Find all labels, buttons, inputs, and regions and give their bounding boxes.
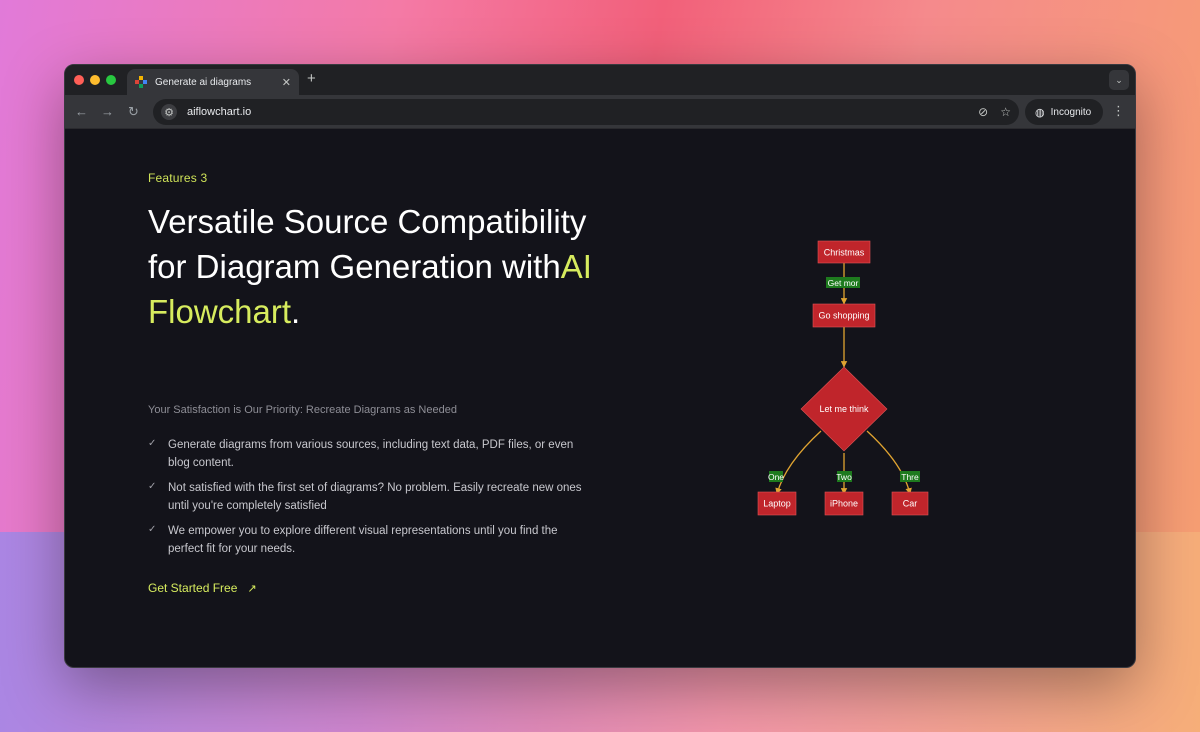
back-arrow-icon[interactable]: ← xyxy=(75,104,88,119)
forward-arrow-icon[interactable]: → xyxy=(101,104,114,119)
more-menu-icon[interactable]: ⋮ xyxy=(1112,103,1125,119)
new-tab-button[interactable]: + xyxy=(307,70,316,87)
reload-icon[interactable]: ↻ xyxy=(128,104,139,120)
headline-text: Versatile Source Compatibility for Diagr… xyxy=(148,203,587,285)
cta-label: Get Started Free xyxy=(148,581,238,595)
edge-label-one: One xyxy=(768,472,784,482)
section-eyebrow: Features 3 xyxy=(148,171,208,185)
maximize-window-button[interactable] xyxy=(106,75,116,85)
list-item: ✓ Generate diagrams from various sources… xyxy=(148,436,588,472)
headline-period: . xyxy=(291,293,301,330)
edge-label-two: Two xyxy=(836,472,852,482)
feature-text: Not satisfied with the first set of diag… xyxy=(168,482,582,512)
bookmark-star-icon[interactable]: ☆ xyxy=(1000,105,1011,119)
node-think-label: Let me think xyxy=(819,404,869,414)
node-shopping-label: Go shopping xyxy=(818,311,869,321)
list-item: ✓ We empower you to explore different vi… xyxy=(148,522,588,558)
eye-off-icon[interactable]: ⊘ xyxy=(978,105,988,119)
address-bar[interactable]: ⚙ aiflowchart.io ⊘ ☆ xyxy=(153,99,1019,125)
tab-search-button[interactable]: ⌄ xyxy=(1109,70,1129,90)
site-info-icon[interactable]: ⚙ xyxy=(161,104,177,120)
minimize-window-button[interactable] xyxy=(90,75,100,85)
url-text[interactable]: aiflowchart.io xyxy=(187,106,966,118)
list-item: ✓ Not satisfied with the first set of di… xyxy=(148,479,588,515)
node-car-label: Car xyxy=(903,499,918,509)
close-window-button[interactable] xyxy=(74,75,84,85)
node-christmas-label: Christmas xyxy=(824,248,865,258)
feature-list: ✓ Generate diagrams from various sources… xyxy=(148,436,588,565)
check-icon: ✓ xyxy=(148,481,157,492)
page-content: Features 3 Versatile Source Compatibilit… xyxy=(65,129,1135,667)
edge-label-get-money: Get mor xyxy=(828,278,859,288)
tab-close-icon[interactable]: ✕ xyxy=(282,76,291,89)
window-controls xyxy=(74,75,116,85)
arrow-up-right-icon: ↗ xyxy=(247,582,257,595)
tab-active[interactable]: Generate ai diagrams ✕ xyxy=(127,69,299,95)
subheading: Your Satisfaction is Our Priority: Recre… xyxy=(148,404,457,416)
incognito-badge[interactable]: ◍ Incognito xyxy=(1025,99,1103,125)
incognito-label: Incognito xyxy=(1050,106,1092,118)
check-icon: ✓ xyxy=(148,438,157,449)
favicon-icon xyxy=(135,76,147,88)
page-title: Versatile Source Compatibility for Diagr… xyxy=(148,199,608,334)
node-laptop-label: Laptop xyxy=(763,499,791,509)
edge-think-car xyxy=(866,430,912,495)
node-iphone-label: iPhone xyxy=(830,499,858,509)
feature-text: Generate diagrams from various sources, … xyxy=(168,439,574,469)
edge-label-three: Thre xyxy=(901,472,919,482)
edge-think-laptop xyxy=(775,430,822,495)
browser-window: Generate ai diagrams ✕ + ⌄ ← → ↻ ⚙ aiflo… xyxy=(64,64,1136,668)
feature-text: We empower you to explore different visu… xyxy=(168,525,558,555)
incognito-icon: ◍ xyxy=(1035,106,1045,119)
browser-toolbar: ← → ↻ ⚙ aiflowchart.io ⊘ ☆ ◍ Incognito ⋮ xyxy=(65,95,1135,129)
get-started-link[interactable]: Get Started Free ↗ xyxy=(148,581,257,595)
tab-bar: Generate ai diagrams ✕ + ⌄ xyxy=(65,65,1135,95)
chevron-down-icon: ⌄ xyxy=(1115,74,1123,85)
check-icon: ✓ xyxy=(148,524,157,535)
tab-title: Generate ai diagrams xyxy=(155,76,252,88)
flowchart-diagram: Get mor One Two Thre Christmas Go shoppi… xyxy=(757,240,929,516)
